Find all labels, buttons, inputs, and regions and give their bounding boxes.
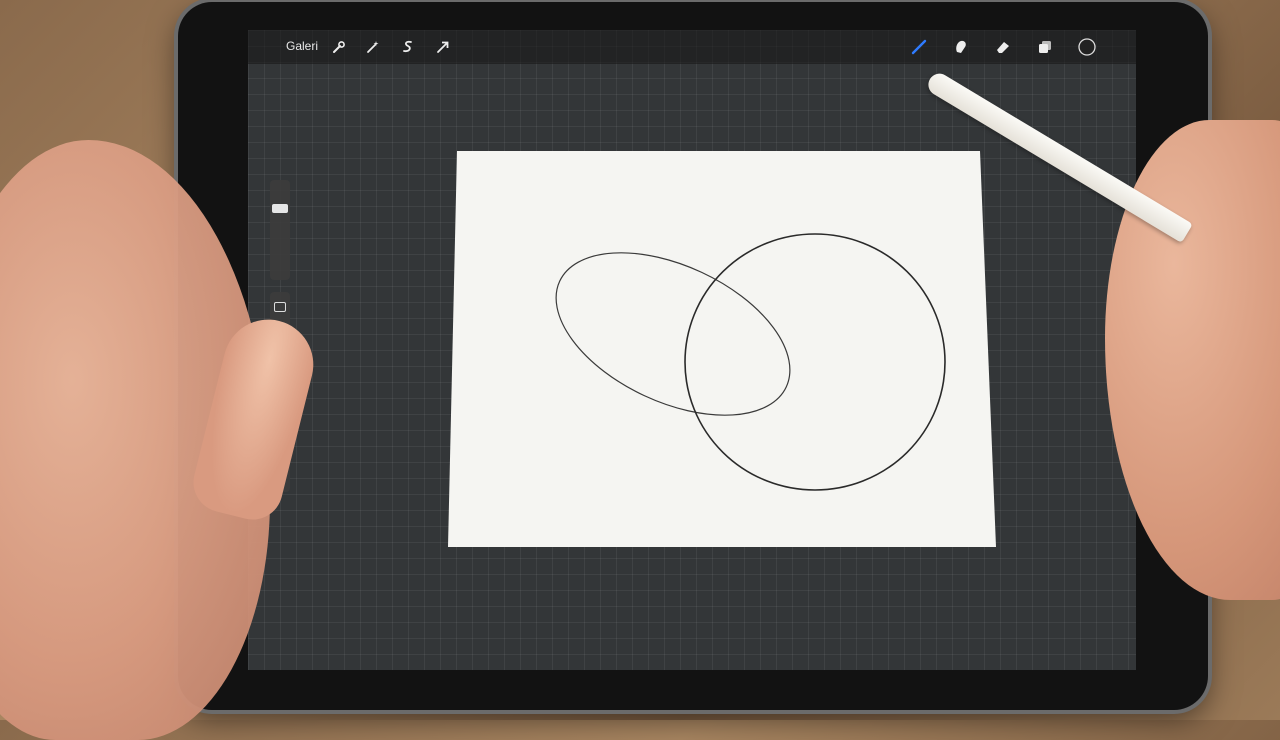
color-swatch-icon[interactable] [1076, 36, 1098, 58]
smudge-icon[interactable] [950, 36, 972, 58]
top-toolbar: Galeri [248, 30, 1136, 64]
selection-icon[interactable] [397, 36, 419, 58]
move-arrow-icon[interactable] [432, 36, 454, 58]
opacity-handle[interactable] [274, 302, 286, 312]
canvas-strokes [555, 233, 946, 491]
drawing-canvas[interactable] [448, 151, 996, 547]
circle-stroke [684, 233, 946, 491]
layers-icon[interactable] [1034, 36, 1056, 58]
wrench-icon[interactable] [328, 36, 350, 58]
ellipse-stroke [555, 252, 791, 416]
brush-size-slider[interactable] [270, 180, 290, 280]
gallery-button[interactable]: Galeri [286, 39, 318, 53]
brush-size-handle[interactable] [272, 204, 288, 213]
magic-wand-icon[interactable] [362, 36, 384, 58]
eraser-icon[interactable] [992, 36, 1014, 58]
brush-icon[interactable] [908, 36, 930, 58]
